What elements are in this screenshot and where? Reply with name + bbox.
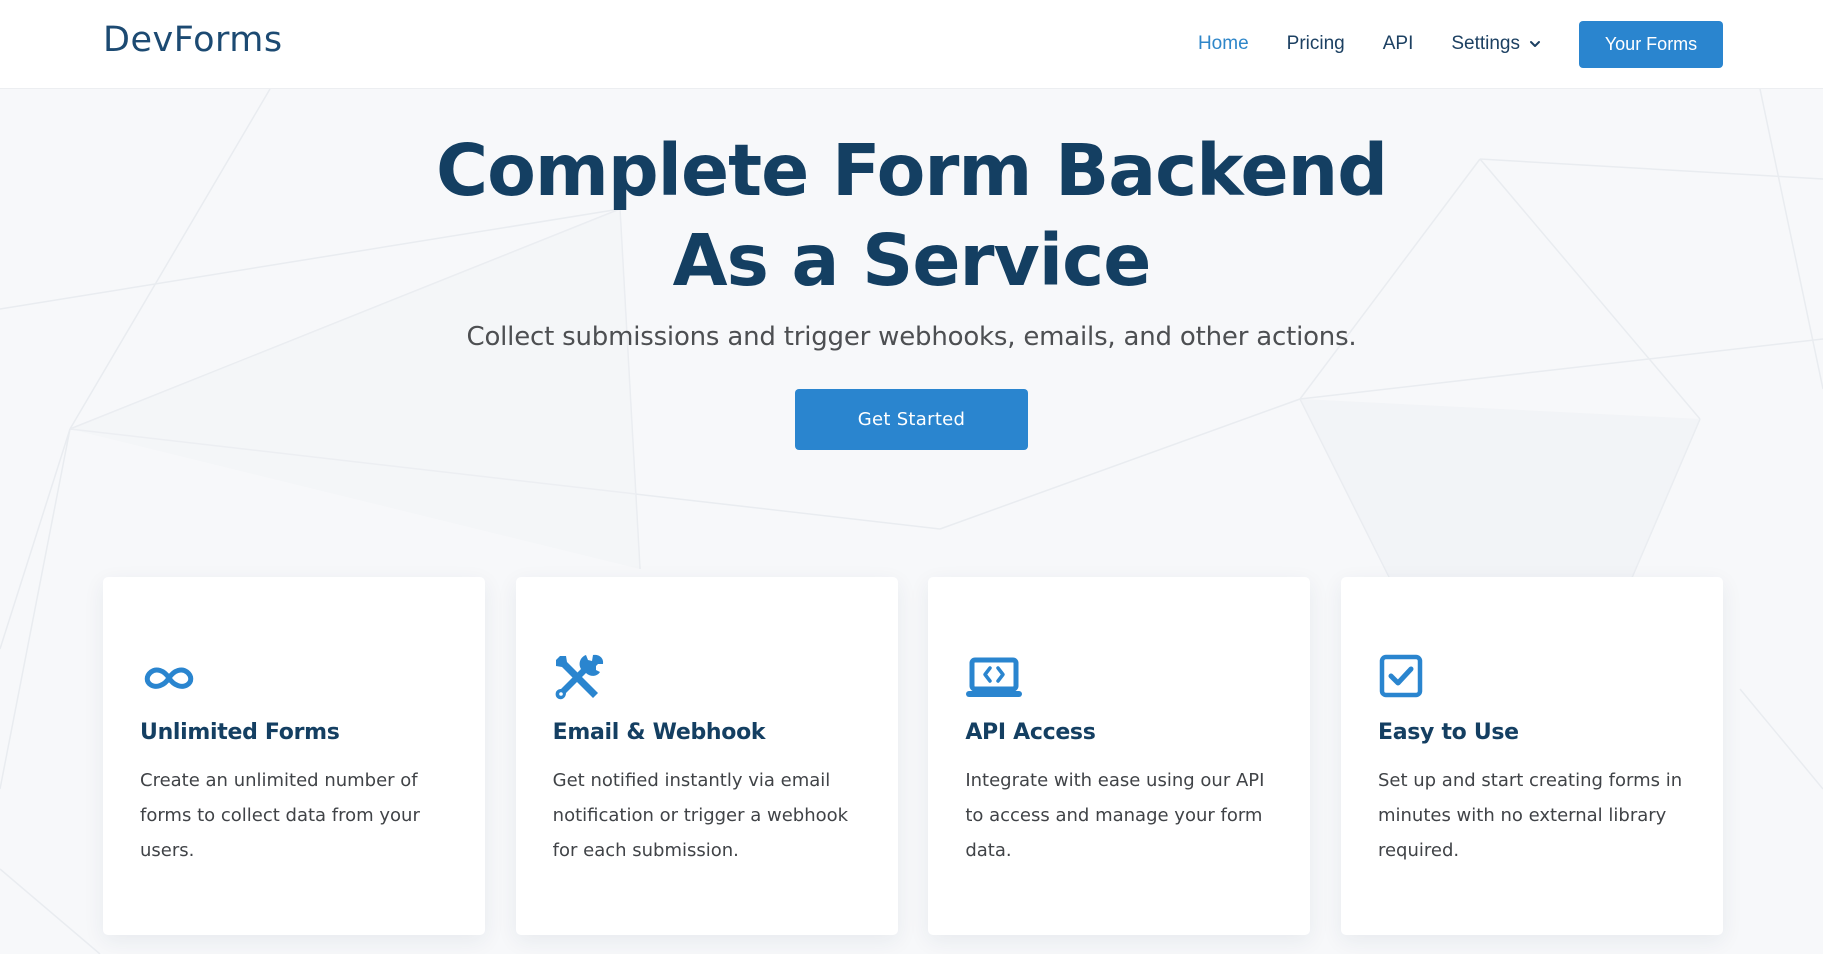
nav-settings-dropdown[interactable]: Settings bbox=[1451, 33, 1541, 55]
get-started-button[interactable]: Get Started bbox=[795, 389, 1028, 450]
hero-title: Complete Form Backend As a Service bbox=[0, 126, 1823, 306]
chevron-down-icon bbox=[1530, 41, 1540, 47]
feature-description: Integrate with ease using our API to acc… bbox=[965, 770, 1265, 861]
tools-icon bbox=[555, 654, 603, 700]
hero-section: Complete Form Backend As a Service Colle… bbox=[0, 126, 1823, 450]
feature-title: Unlimited Forms bbox=[140, 720, 340, 745]
feature-card-easy-to-use: Easy to Use Set up and start creating fo… bbox=[1340, 577, 1723, 935]
nav-settings-label: Settings bbox=[1451, 33, 1520, 54]
nav-api[interactable]: API bbox=[1383, 33, 1414, 55]
features-section: Unlimited Forms Create an unlimited numb… bbox=[103, 577, 1723, 935]
your-forms-button[interactable]: Your Forms bbox=[1579, 20, 1723, 68]
feature-card-email-webhook: Email & Webhook Get notified instantly v… bbox=[515, 577, 898, 935]
hero-subtitle: Collect submissions and trigger webhooks… bbox=[466, 322, 1357, 352]
feature-card-unlimited-forms: Unlimited Forms Create an unlimited numb… bbox=[103, 577, 485, 935]
brand-logo[interactable]: DevForms bbox=[103, 20, 283, 60]
infinity-icon bbox=[144, 667, 194, 689]
laptop-code-icon bbox=[966, 657, 1023, 697]
feature-title: Easy to Use bbox=[1377, 720, 1519, 745]
feature-card-api-access: API Access Integrate with ease using our… bbox=[928, 577, 1311, 935]
check-square-icon bbox=[1379, 654, 1423, 698]
feature-title: API Access bbox=[965, 720, 1096, 745]
hero-title-line-1: Complete Form Backend bbox=[435, 129, 1388, 212]
feature-description: Get notified instantly via email notific… bbox=[552, 770, 849, 861]
top-navbar: DevForms Home Pricing API Settings Your … bbox=[0, 0, 1823, 89]
nav-home[interactable]: Home bbox=[1198, 33, 1249, 55]
hero-title-line-2: As a Service bbox=[672, 219, 1152, 302]
feature-title: Email & Webhook bbox=[552, 720, 766, 745]
feature-description: Set up and start creating forms in minut… bbox=[1377, 770, 1683, 861]
nav-pricing[interactable]: Pricing bbox=[1287, 33, 1345, 55]
feature-description: Create an unlimited number of forms to c… bbox=[140, 770, 420, 861]
main-nav: Home Pricing API Settings Your Forms bbox=[1198, 0, 1823, 88]
